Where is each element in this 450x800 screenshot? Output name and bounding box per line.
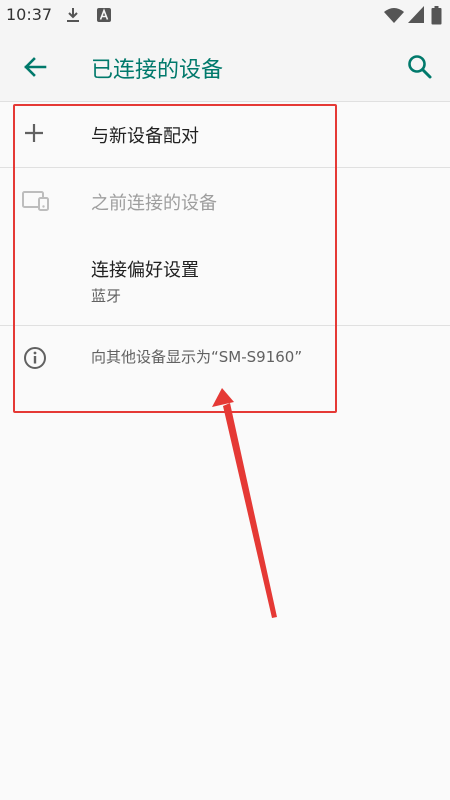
annotation-arrow (212, 388, 277, 618)
